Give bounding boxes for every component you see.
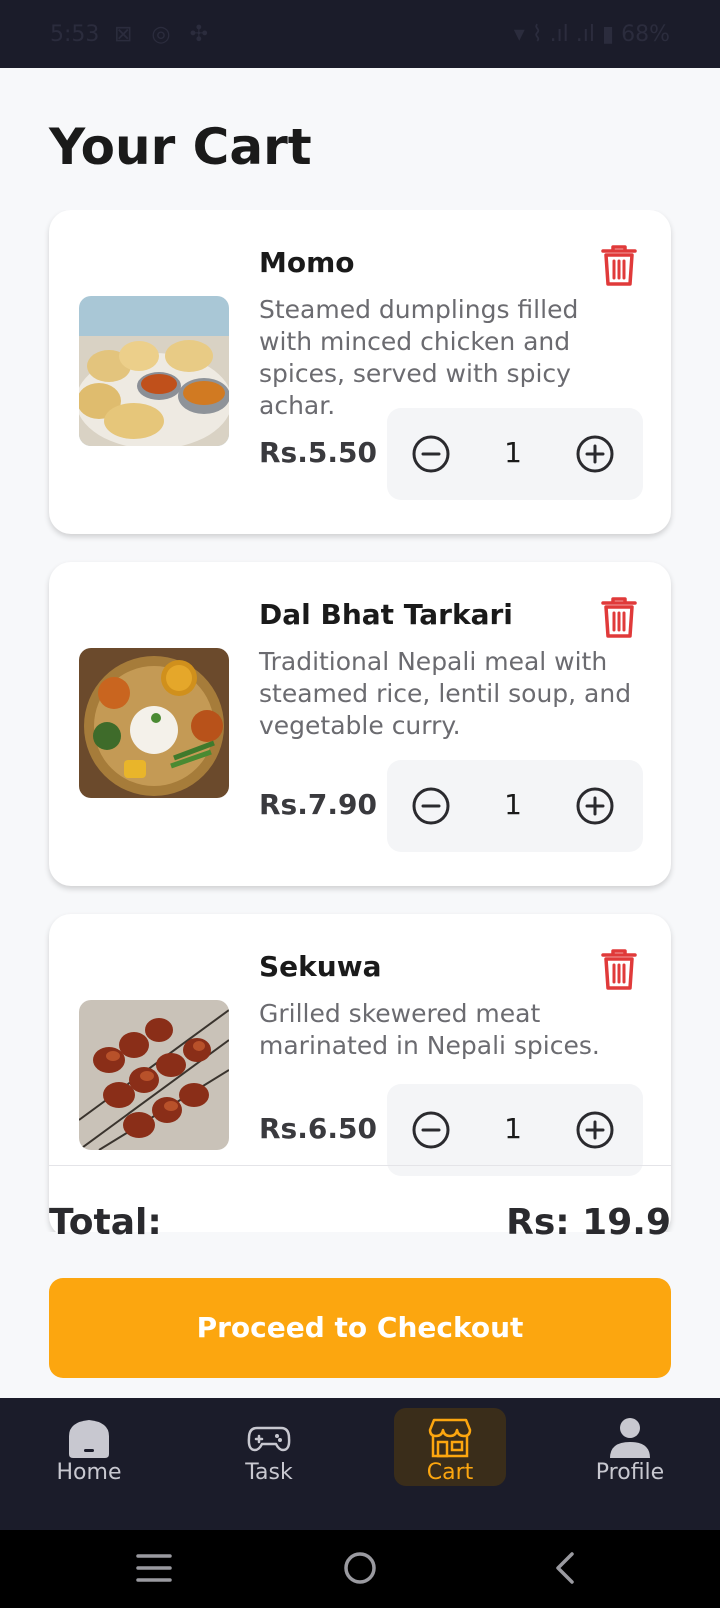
item-description: Steamed dumplings filled with minced chi… <box>259 295 579 420</box>
item-description: Grilled skewered meat marinated in Nepal… <box>259 999 600 1060</box>
total-value: Rs: 19.9 <box>506 1202 671 1243</box>
summary-divider <box>49 1165 671 1166</box>
decrease-quantity-button[interactable] <box>411 434 451 474</box>
nav-label: Task <box>245 1460 293 1485</box>
plus-circle-icon <box>576 787 614 825</box>
chevron-left-icon <box>556 1552 574 1584</box>
decrease-quantity-button[interactable] <box>411 786 451 826</box>
item-price: Rs.7.90 <box>259 788 377 821</box>
item-price: Rs.6.50 <box>259 1112 377 1145</box>
bottom-nav: Home Task Cart Profile <box>0 1398 720 1530</box>
menu-icon <box>136 1554 172 1582</box>
status-bar: 5:53 ⊠ ◎ ✣ ▾ ⌇ .ıl .ıl ▮ 68% <box>0 0 720 68</box>
total-label: Total: <box>49 1202 162 1243</box>
status-time: 5:53 <box>50 22 100 47</box>
circle-icon <box>344 1552 376 1584</box>
delete-item-button[interactable] <box>599 594 639 640</box>
increase-quantity-button[interactable] <box>575 786 615 826</box>
cart-item: Momo Steamed dumplings filled with mince… <box>49 210 671 534</box>
nav-label: Profile <box>595 1460 665 1485</box>
minus-circle-icon <box>412 435 450 473</box>
cart-item: Sekuwa Grilled skewered meat marinated i… <box>49 914 671 1232</box>
plus-circle-icon <box>576 1111 614 1149</box>
cart-list[interactable]: Momo Steamed dumplings filled with mince… <box>0 210 720 1232</box>
home-icon <box>69 1420 109 1458</box>
person-icon <box>610 1418 650 1458</box>
quantity-stepper: 1 <box>387 1084 643 1176</box>
delete-item-button[interactable] <box>599 946 639 992</box>
quantity-value: 1 <box>504 436 522 469</box>
home-button[interactable] <box>338 1548 382 1588</box>
quantity-value: 1 <box>504 788 522 821</box>
checkout-button[interactable]: Proceed to Checkout <box>49 1278 671 1378</box>
back-button[interactable] <box>544 1548 588 1588</box>
trash-icon <box>601 597 637 638</box>
status-notification-icons: ⊠ ◎ ✣ <box>114 22 215 47</box>
page-title: Your Cart <box>49 118 312 176</box>
increase-quantity-button[interactable] <box>575 434 615 474</box>
quantity-stepper: 1 <box>387 408 643 500</box>
nav-item-cart[interactable]: Cart <box>394 1408 506 1486</box>
plus-circle-icon <box>576 435 614 473</box>
item-name: Sekuwa <box>259 950 382 983</box>
system-nav-bar <box>0 1530 720 1608</box>
nav-item-home[interactable]: Home <box>33 1408 145 1486</box>
nav-label: Cart <box>426 1460 474 1485</box>
minus-circle-icon <box>412 1111 450 1149</box>
nav-item-task[interactable]: Task <box>213 1408 325 1486</box>
trash-icon <box>601 949 637 990</box>
quantity-stepper: 1 <box>387 760 643 852</box>
momo-photo <box>79 296 229 446</box>
dal-bhat-photo <box>79 648 229 798</box>
sekuwa-photo <box>79 1000 229 1150</box>
item-description: Traditional Nepali meal with steamed ric… <box>259 647 632 740</box>
item-name: Momo <box>259 246 355 279</box>
trash-icon <box>601 245 637 286</box>
increase-quantity-button[interactable] <box>575 1110 615 1150</box>
quantity-value: 1 <box>504 1112 522 1145</box>
nav-item-profile[interactable]: Profile <box>574 1408 686 1486</box>
item-name: Dal Bhat Tarkari <box>259 598 513 631</box>
cart-page: Your Cart Momo Steamed dumplings filled … <box>0 68 720 1398</box>
gamepad-icon <box>247 1426 291 1452</box>
status-system-indicators: ▾ ⌇ .ıl .ıl ▮ 68% <box>513 22 670 47</box>
nav-label: Home <box>56 1460 122 1485</box>
store-icon <box>428 1418 472 1458</box>
cart-item: Dal Bhat Tarkari Traditional Nepali meal… <box>49 562 671 886</box>
delete-item-button[interactable] <box>599 242 639 288</box>
decrease-quantity-button[interactable] <box>411 1110 451 1150</box>
item-price: Rs.5.50 <box>259 436 377 469</box>
recent-apps-button[interactable] <box>132 1548 176 1588</box>
minus-circle-icon <box>412 787 450 825</box>
